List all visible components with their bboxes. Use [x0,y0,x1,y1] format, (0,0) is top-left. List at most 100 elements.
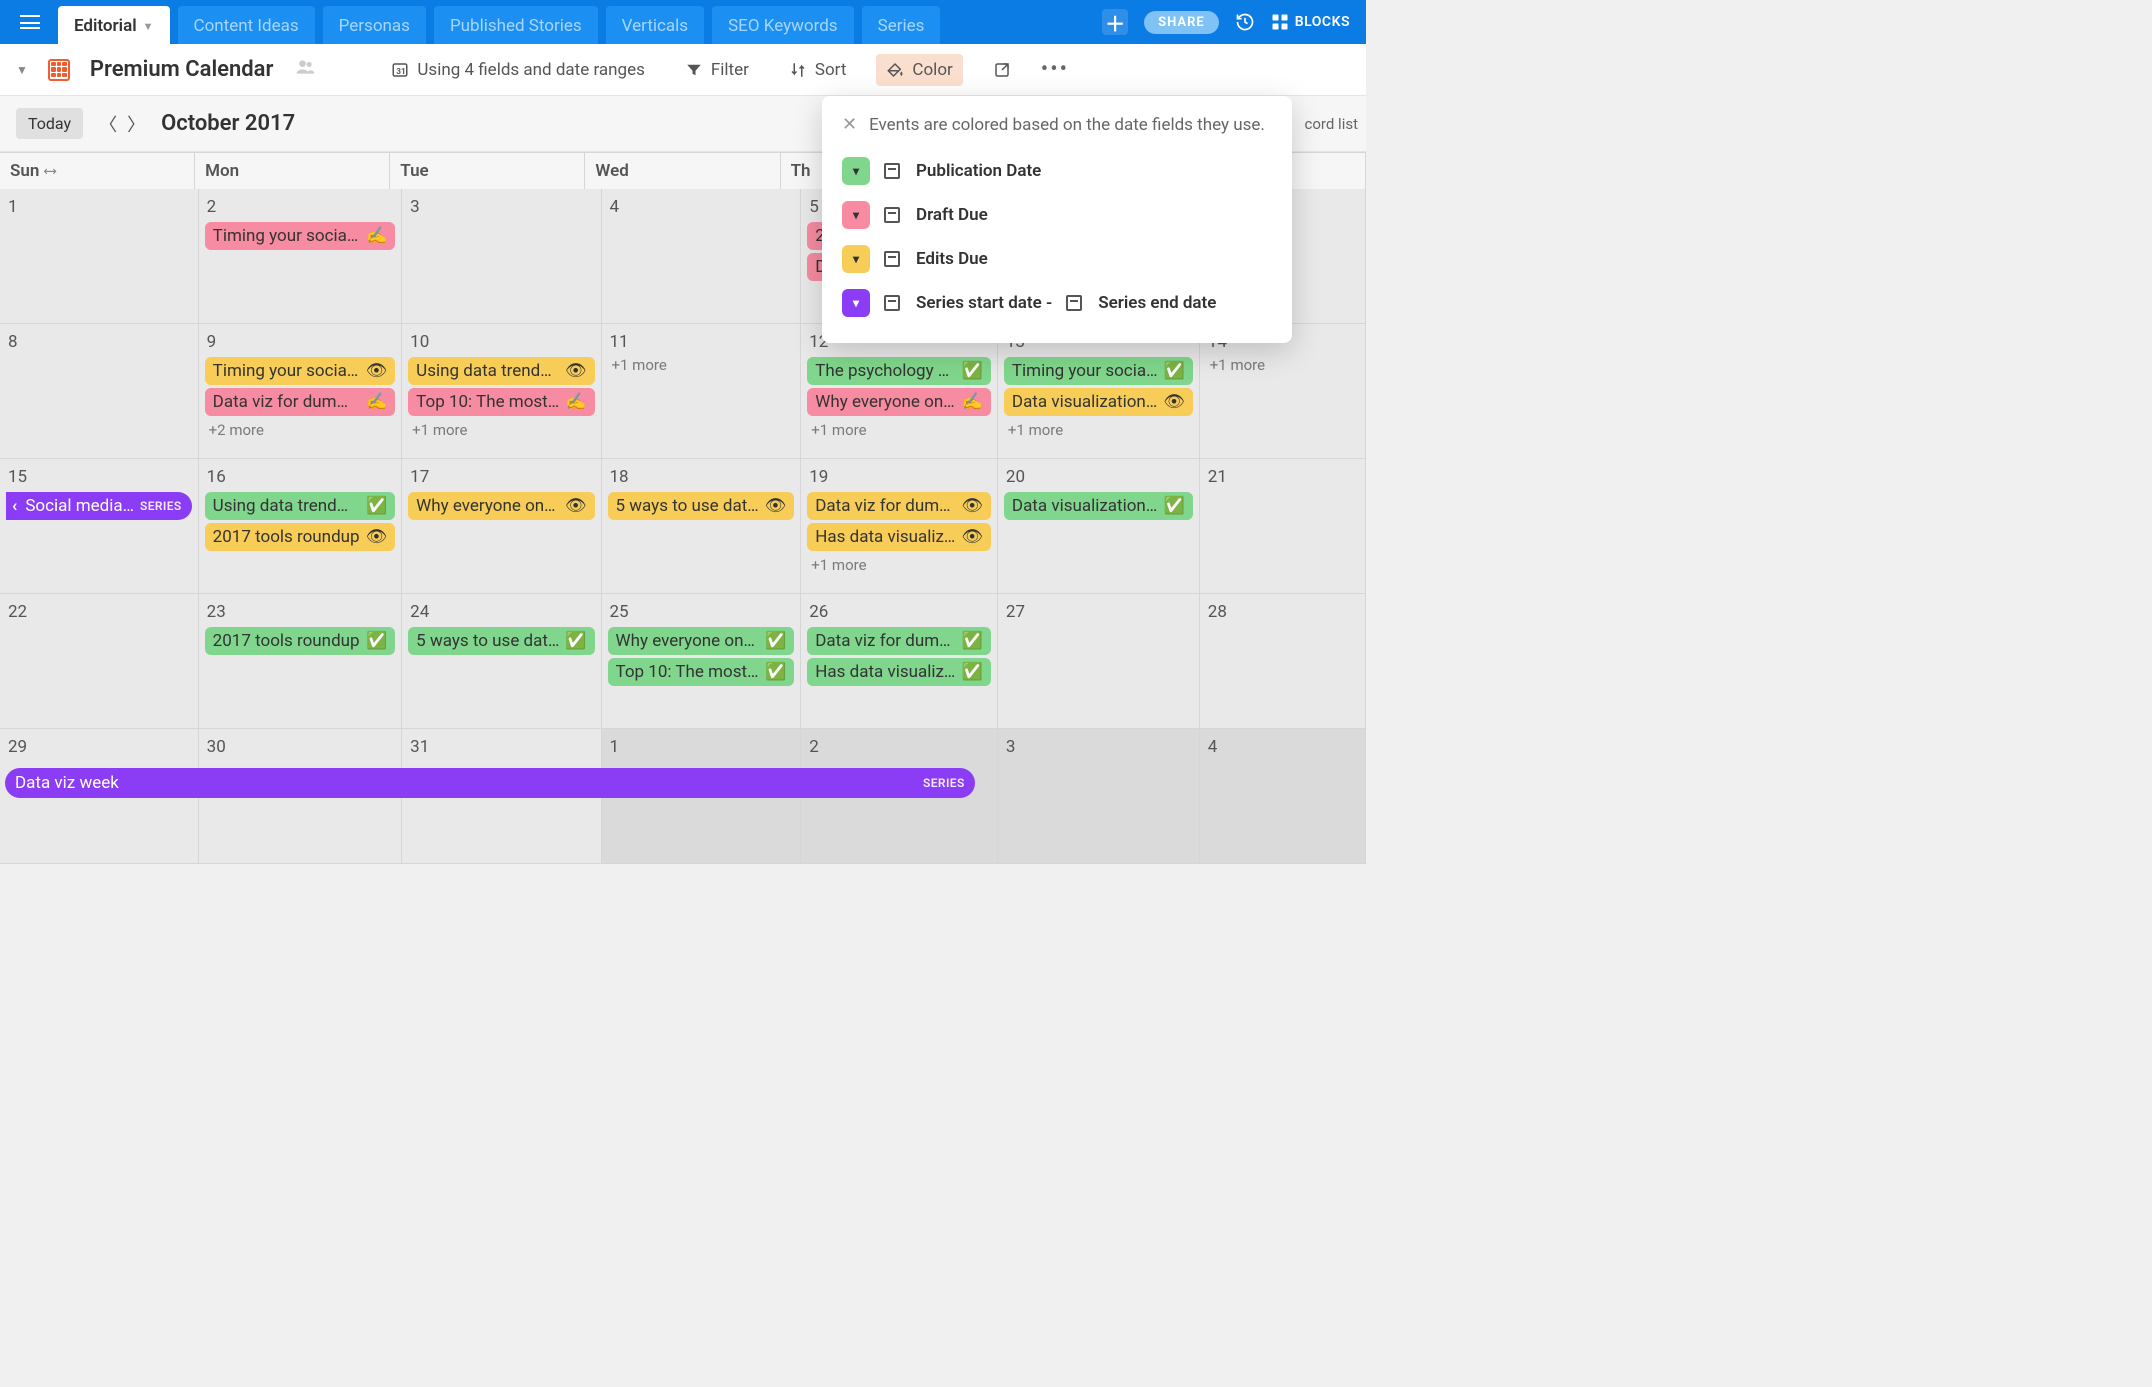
tab-seo-keywords[interactable]: SEO Keywords [712,6,854,44]
calendar-event[interactable]: Timing your socia…👁 [205,357,396,385]
menu-button[interactable] [10,0,50,44]
calendar-event[interactable]: Data visualization…✅ [1004,492,1193,520]
calendar-cell[interactable]: 12The psychology …✅Why everyone on…✍️+1 … [801,324,998,459]
cell-date: 1 [606,735,797,759]
event-title: Timing your socia… [1012,361,1158,381]
calendar-event[interactable]: Using data trend…✅ [205,492,396,520]
share-button[interactable]: SHARE [1144,11,1219,34]
calendar-series-span[interactable]: Data viz weekSERIES [5,768,975,798]
cell-date: 9 [203,330,398,354]
calendar-cell[interactable]: 14+1 more [1200,324,1366,459]
cell-date: 16 [203,465,398,489]
tab-editorial[interactable]: Editorial▼ [58,6,170,44]
close-icon[interactable]: ✕ [842,114,857,135]
more-events-link[interactable]: +1 more [805,554,993,576]
calendar-event[interactable]: Timing your socia…✍️ [205,222,396,250]
calendar-event[interactable]: Has data visualiz…👁 [807,523,991,551]
tab-published-stories[interactable]: Published Stories [434,6,598,44]
tab-personas[interactable]: Personas [323,6,426,44]
calendar-event[interactable]: Timing your socia…✅ [1004,357,1193,385]
calendar-event[interactable]: Has data visualiz…✅ [807,658,991,686]
calendar-cell[interactable]: 20Data visualization…✅ [998,459,1200,594]
calendar-cell[interactable]: 15‹Social media…SERIES [0,459,199,594]
color-swatch[interactable]: ▾ [842,201,870,229]
calendar-event[interactable]: Data visualization…👁 [1004,388,1193,416]
export-button[interactable] [983,55,1021,85]
calendar-cell[interactable]: 11+1 more [602,324,802,459]
sort-button[interactable]: Sort [779,54,857,86]
calendar-cell[interactable]: 17Why everyone on…👁 [402,459,601,594]
calendar-cell[interactable]: 232017 tools roundup✅ [199,594,403,729]
calendar-event[interactable]: Data viz for dum…✍️ [205,388,396,416]
add-table-button[interactable]: ＋ [1102,9,1128,35]
calendar-event[interactable]: 5 ways to use dat…✅ [408,627,594,655]
calendar-cell[interactable]: 16 Using data trend…✅ 2017 tools roundup👁 [199,459,403,594]
event-title: Social media… [25,496,134,516]
calendar-cell[interactable]: 8 [0,324,199,459]
calendar-cell[interactable]: 245 ways to use dat…✅ [402,594,601,729]
calendar-cell[interactable]: 3 [402,189,601,324]
calendar-cell[interactable]: 2Timing your socia…✍️ [199,189,403,324]
calendar-cell[interactable]: 4 [602,189,802,324]
history-button[interactable] [1235,12,1255,32]
calendar-event[interactable]: Using data trend…👁 [408,357,594,385]
calendar-cell[interactable]: 25Why everyone on…✅Top 10: The most…✅ [602,594,802,729]
calendar-event[interactable]: 2017 tools roundup✅ [205,627,396,655]
more-events-link[interactable]: +1 more [606,354,797,376]
prev-month-button[interactable]: 〈 [99,111,117,137]
more-options-button[interactable]: ••• [1041,57,1069,82]
cell-date: 1 [4,195,194,219]
calendar-event[interactable]: Why everyone on…✅ [608,627,795,655]
popover-header-text: Events are colored based on the date fie… [869,115,1265,135]
tab-verticals[interactable]: Verticals [606,6,704,44]
tab-dropdown-caret[interactable]: ▼ [143,20,154,33]
calendar-cell[interactable]: 10Using data trend…👁Top 10: The most…✍️+… [402,324,601,459]
more-events-link[interactable]: +1 more [406,419,596,441]
more-events-link[interactable]: +1 more [1204,354,1361,376]
calendar-cell[interactable]: 13Timing your socia…✅Data visualization…… [998,324,1200,459]
expand-icon[interactable]: ⤢ [41,162,58,179]
calendar-cell[interactable]: 3 [998,729,1200,864]
event-title: Has data visualiz… [815,527,955,547]
calendar-event[interactable]: 5 ways to use dat…👁 [608,492,795,520]
calendar-cell[interactable]: 21 [1200,459,1366,594]
calendar-cell[interactable]: 29Data viz weekSERIES [0,729,199,864]
overflow-left-icon: ‹ [12,496,17,516]
more-events-link[interactable]: +2 more [203,419,398,441]
color-swatch[interactable]: ▾ [842,157,870,185]
today-button[interactable]: Today [16,108,83,139]
calendar-cell[interactable]: 27 [998,594,1200,729]
next-month-button[interactable]: 〉 [127,111,145,137]
more-events-link[interactable]: +1 more [1002,419,1195,441]
calendar-event[interactable]: Top 10: The most…✅ [608,658,795,686]
collaborators-icon[interactable] [293,57,317,82]
calendar-event[interactable]: Top 10: The most…✍️ [408,388,594,416]
more-events-link[interactable]: +1 more [805,419,993,441]
record-list-toggle[interactable]: cord list [1305,115,1358,133]
tab-content-ideas[interactable]: Content Ideas [178,6,315,44]
calendar-event[interactable]: 2017 tools roundup👁 [205,523,396,551]
color-swatch[interactable]: ▾ [842,289,870,317]
fields-config[interactable]: 31 Using 4 fields and date ranges [381,54,654,86]
calendar-event[interactable]: Why everyone on…✍️ [807,388,991,416]
calendar-event[interactable]: Data viz for dum…✅ [807,627,991,655]
calendar-cell[interactable]: 28 [1200,594,1366,729]
calendar-event[interactable]: ‹Social media…SERIES [6,492,192,520]
calendar-event[interactable]: The psychology …✅ [807,357,991,385]
calendar-cell[interactable]: 19Data viz for dum…👁Has data visualiz…👁+… [801,459,998,594]
calendar-cell[interactable]: 9 Timing your socia…👁 Data viz for dum…✍️ +… [199,324,403,459]
color-swatch[interactable]: ▾ [842,245,870,273]
calendar-cell[interactable]: 185 ways to use dat…👁 [602,459,802,594]
color-button[interactable]: Color [876,54,962,86]
calendar-cell[interactable]: 1 [0,189,199,324]
calendar-cell[interactable]: 4 [1200,729,1366,864]
view-title[interactable]: Premium Calendar [90,57,274,82]
calendar-cell[interactable]: 22 [0,594,199,729]
tab-series[interactable]: Series [862,6,941,44]
filter-button[interactable]: Filter [675,54,759,86]
calendar-cell[interactable]: 26Data viz for dum…✅Has data visualiz…✅ [801,594,998,729]
calendar-event[interactable]: Data viz for dum…👁 [807,492,991,520]
view-switcher-collapser[interactable]: ▼ [16,63,28,77]
calendar-event[interactable]: Why everyone on…👁 [408,492,594,520]
blocks-button[interactable]: BLOCKS [1271,13,1350,31]
